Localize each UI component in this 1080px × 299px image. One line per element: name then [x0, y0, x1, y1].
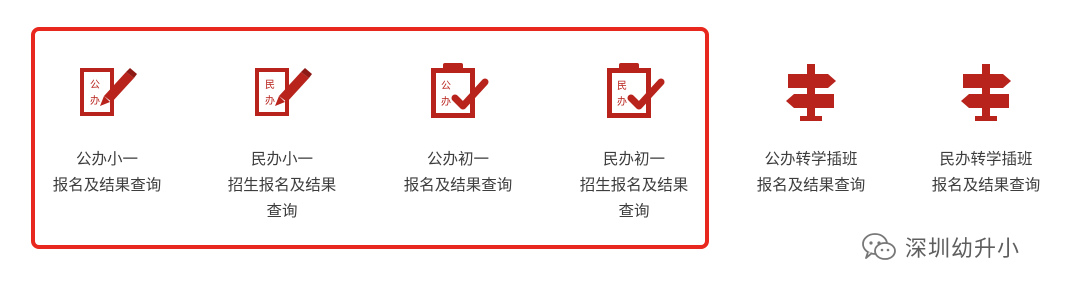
tile-label: 民办转学插班 报名及结果查询	[931, 150, 1041, 194]
tile-label: 公办小一 报名及结果查询	[52, 150, 162, 194]
icon-char: 办	[265, 94, 275, 107]
tile-label: 公办初一 报名及结果查询	[403, 150, 513, 194]
icon-char: 民	[617, 80, 627, 92]
private-school-document-pen-icon: 民 办	[255, 68, 312, 116]
signpost-icon	[961, 64, 1011, 121]
tile-label: 民办小一 招生报名及结果 查询	[227, 150, 337, 220]
public-school-document-pen-icon: 公 办	[80, 68, 137, 116]
icon-char: 民	[265, 79, 275, 91]
tile-private-transfer[interactable]: 民办转学插班 报名及结果查询	[904, 58, 1068, 198]
public-school-clipboard-check-icon: 公 办	[431, 63, 489, 118]
icon-char: 公	[441, 81, 451, 92]
wechat-icon	[862, 233, 896, 260]
tile-public-transfer[interactable]: 公办转学插班 报名及结果查询	[729, 58, 893, 198]
watermark: 深圳幼升小	[861, 232, 1020, 262]
icon-char: 办	[617, 95, 627, 108]
icon-char: 公	[90, 80, 100, 91]
tile-public-primary-enrollment[interactable]: 公 办 公办小一 报名及结果查询	[25, 58, 189, 198]
private-school-clipboard-check-icon: 民 办	[607, 63, 665, 118]
icon-char: 办	[90, 94, 100, 107]
tile-private-primary-enrollment[interactable]: 民 办 民办小一 招生报名及结果 查询	[200, 58, 364, 224]
watermark-text: 深圳幼升小	[905, 237, 1021, 262]
tile-label: 民办初一 招生报名及结果 查询	[579, 150, 689, 220]
tile-public-junior-enrollment[interactable]: 公 办 公办初一 报名及结果查询	[376, 58, 540, 198]
tile-label: 公办转学插班 报名及结果查询	[756, 150, 866, 194]
tile-private-junior-enrollment[interactable]: 民 办 民办初一 招生报名及结果 查询	[552, 58, 716, 224]
signpost-icon	[786, 64, 836, 121]
icon-char: 办	[441, 95, 451, 108]
